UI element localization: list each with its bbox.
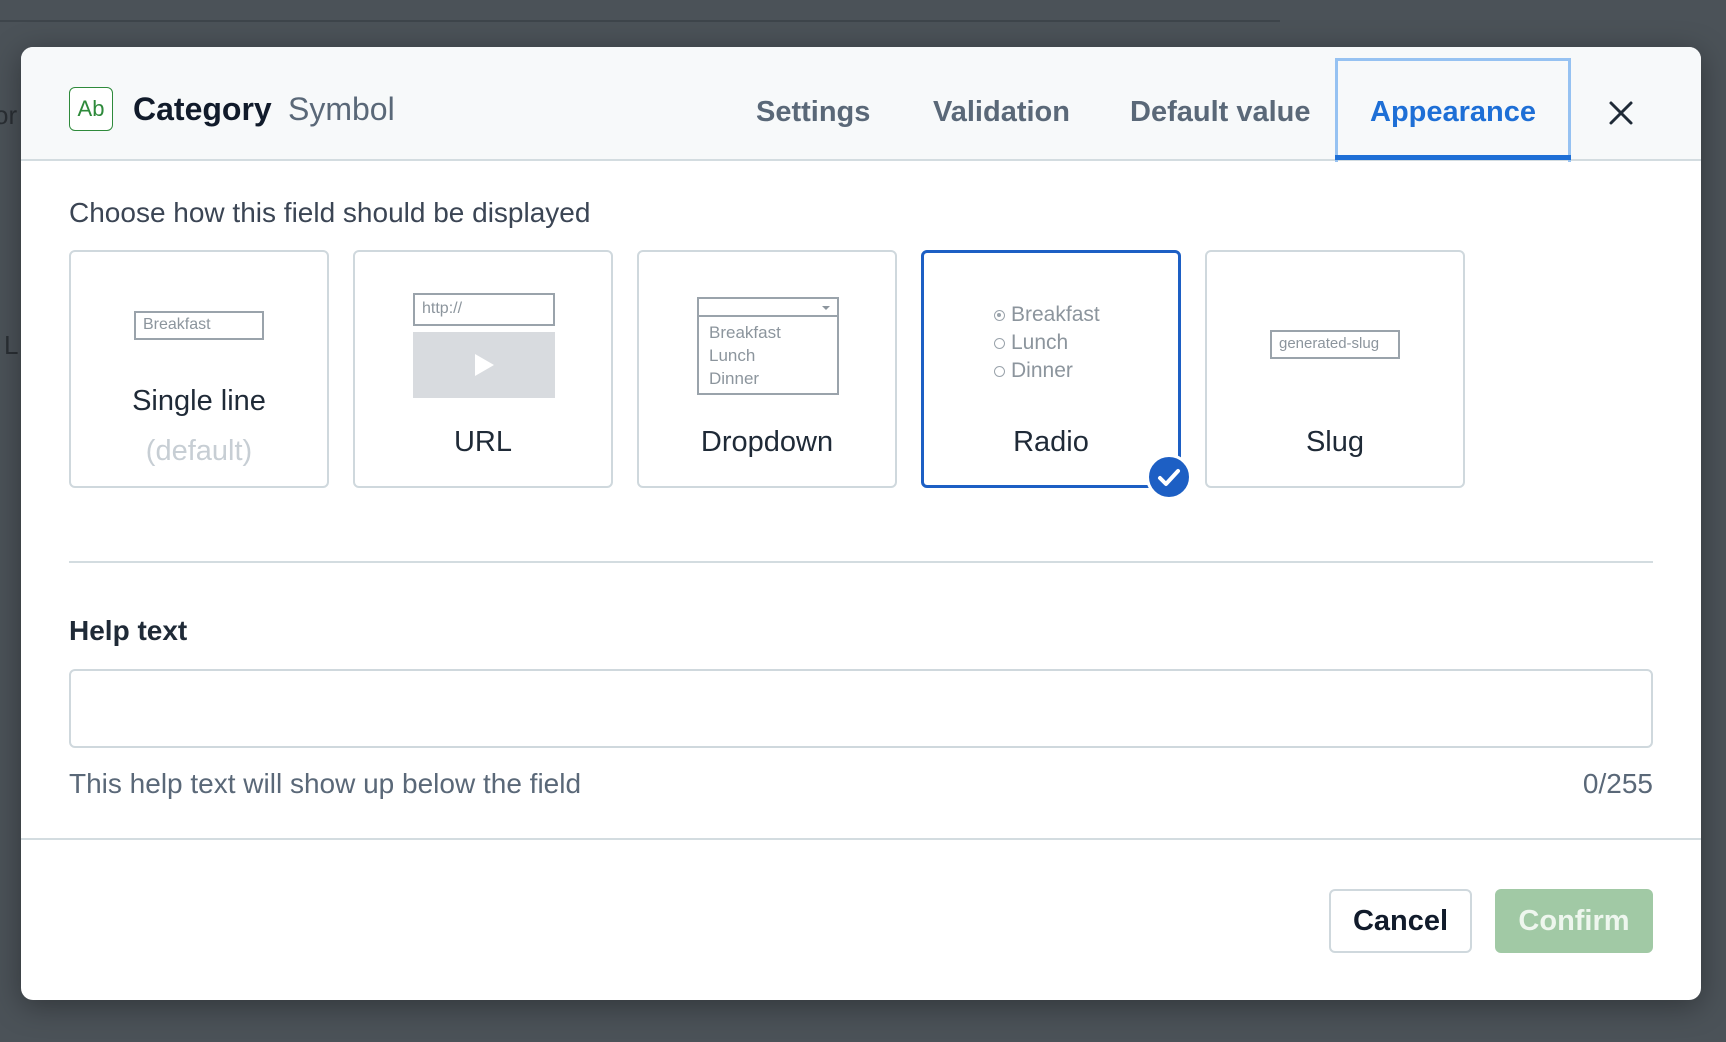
radio-preview-text: Dinner (1011, 359, 1073, 382)
appearance-section-title: Choose how this field should be displaye… (69, 197, 591, 228)
field-type-badge-icon: Ab (69, 87, 113, 131)
help-text-input[interactable] (69, 669, 1653, 748)
option-label: Slug (1305, 426, 1365, 458)
appearance-option-dropdown[interactable]: Breakfast Lunch Dinner Dropdown (637, 250, 897, 488)
appearance-option-slug[interactable]: generated-slug Slug (1205, 250, 1465, 488)
radio-empty-icon (994, 337, 1005, 349)
dropdown-preview-select (699, 299, 837, 317)
option-label: URL (453, 426, 512, 458)
radio-preview: Breakfast Lunch Dinner (994, 303, 1112, 393)
single-line-preview: Breakfast (134, 311, 264, 340)
radio-preview-text: Breakfast (1011, 303, 1100, 326)
help-text-label: Help text (69, 615, 188, 646)
confirm-button[interactable]: Confirm (1495, 889, 1653, 953)
help-text-hint: This help text will show up below the fi… (69, 768, 582, 799)
option-label: Dropdown (700, 426, 834, 458)
appearance-option-radio[interactable]: Breakfast Lunch Dinner Radio (921, 250, 1181, 488)
radio-preview-item: Breakfast (994, 303, 1100, 327)
tab-default-value[interactable]: Default value (1130, 96, 1311, 129)
chevron-down-icon (822, 306, 830, 310)
background-partial-text: L (4, 330, 19, 360)
dropdown-preview-item: Breakfast (709, 323, 781, 342)
radio-selected-icon (994, 309, 1005, 321)
field-name-title: Category (133, 91, 272, 127)
radio-empty-icon (994, 365, 1005, 377)
dropdown-preview: Breakfast Lunch Dinner (697, 297, 839, 395)
appearance-option-url[interactable]: http:// URL (353, 250, 613, 488)
background-partial-text: or (0, 100, 18, 130)
url-preview-media (413, 332, 555, 398)
field-settings-modal: Ab Category Symbol Settings Validation D… (21, 47, 1701, 1000)
url-preview-input: http:// (413, 293, 555, 326)
radio-preview-text: Lunch (1011, 331, 1069, 354)
close-icon (1609, 101, 1633, 125)
option-label: Radio (1013, 426, 1089, 458)
option-label: Single line (132, 385, 266, 417)
slug-preview: generated-slug (1270, 330, 1400, 359)
play-icon (475, 354, 494, 376)
tab-validation[interactable]: Validation (933, 96, 1070, 129)
check-icon (1158, 469, 1180, 486)
tab-appearance[interactable]: Appearance (1370, 96, 1536, 129)
cancel-button[interactable]: Cancel (1329, 889, 1472, 953)
modal-header: Ab Category Symbol Settings Validation D… (21, 47, 1701, 162)
close-button[interactable] (1603, 95, 1639, 131)
footer-divider (21, 838, 1701, 840)
radio-preview-item: Dinner (994, 359, 1073, 383)
option-sublabel: (default) (145, 435, 253, 467)
check-circle-icon (1146, 454, 1192, 500)
tab-settings[interactable]: Settings (756, 96, 870, 129)
dropdown-preview-list: Breakfast Lunch Dinner (709, 321, 781, 390)
appearance-option-single-line[interactable]: Breakfast Single line (default) (69, 250, 329, 488)
active-tab-underline (1335, 155, 1571, 160)
radio-preview-item: Lunch (994, 331, 1068, 355)
background-line (0, 20, 1280, 22)
dropdown-preview-item: Dinner (709, 369, 760, 388)
field-type-subtitle: Symbol (288, 91, 395, 127)
section-divider (69, 561, 1653, 563)
dropdown-preview-item: Lunch (709, 346, 756, 365)
help-text-counter: 0/255 (1582, 768, 1653, 799)
